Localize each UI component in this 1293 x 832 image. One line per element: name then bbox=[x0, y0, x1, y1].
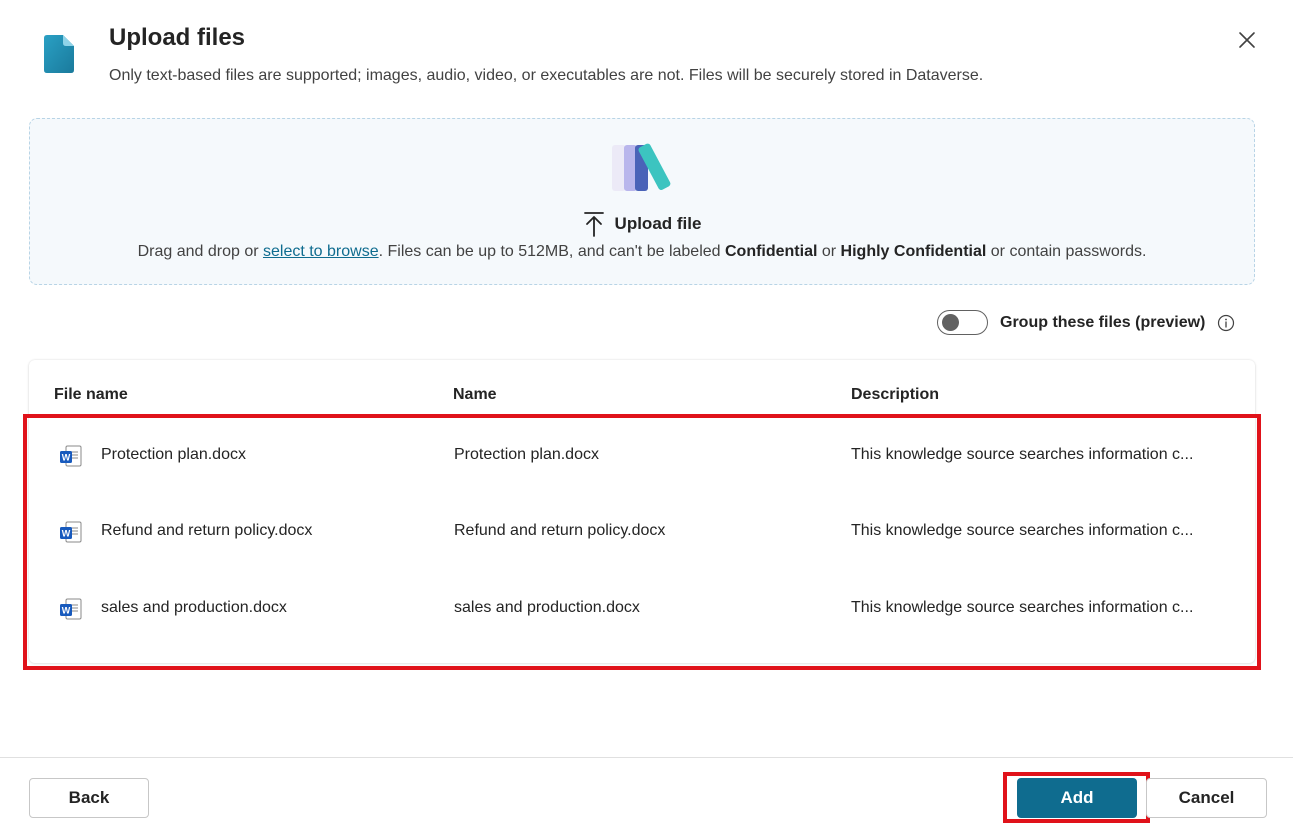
group-files-label: Group these files (preview) bbox=[1000, 313, 1206, 331]
dropzone-instructions: Drag and drop or select to browse. Files… bbox=[30, 243, 1254, 261]
dialog-subtitle: Only text-based files are supported; ima… bbox=[109, 67, 984, 84]
svg-text:W: W bbox=[62, 453, 71, 463]
close-button[interactable] bbox=[1232, 25, 1262, 55]
table-row[interactable]: W sales and production.docx sales and pr… bbox=[29, 571, 1255, 647]
name-cell[interactable]: Refund and return policy.docx bbox=[454, 522, 665, 540]
dropzone-text-prefix: Drag and drop or bbox=[137, 243, 263, 260]
close-icon bbox=[1239, 32, 1255, 48]
dropzone-text-suffix: or contain passwords. bbox=[986, 243, 1147, 260]
name-cell[interactable]: sales and production.docx bbox=[454, 599, 640, 617]
column-header-description[interactable]: Description bbox=[851, 386, 939, 404]
word-document-icon: W bbox=[59, 520, 83, 544]
dialog-title: Upload files bbox=[109, 24, 246, 51]
svg-text:W: W bbox=[62, 529, 71, 539]
word-document-icon: W bbox=[59, 597, 83, 621]
file-name-cell: sales and production.docx bbox=[101, 599, 287, 616]
document-icon bbox=[44, 35, 74, 73]
file-name-cell: Refund and return policy.docx bbox=[101, 522, 313, 539]
column-header-name[interactable]: Name bbox=[453, 386, 497, 404]
svg-text:W: W bbox=[62, 606, 71, 616]
highly-confidential-label: Highly Confidential bbox=[840, 243, 987, 260]
dropzone-text-middle: . Files can be up to 512MB, and can't be… bbox=[378, 243, 725, 260]
group-files-toggle-row: Group these files (preview) bbox=[937, 310, 1235, 335]
info-icon[interactable] bbox=[1217, 314, 1235, 332]
file-name-cell: Protection plan.docx bbox=[101, 446, 246, 463]
upload-file-label: Upload file bbox=[614, 214, 702, 233]
back-button[interactable]: Back bbox=[29, 778, 149, 818]
files-table: File name Name Description W Protection … bbox=[29, 360, 1255, 663]
table-row[interactable]: W Refund and return policy.docx Refund a… bbox=[29, 494, 1255, 570]
description-cell[interactable]: This knowledge source searches informati… bbox=[851, 599, 1193, 617]
select-to-browse-link[interactable]: select to browse bbox=[263, 243, 379, 260]
books-illustration-icon bbox=[612, 141, 678, 193]
description-cell[interactable]: This knowledge source searches informati… bbox=[851, 522, 1193, 540]
dropzone-text-or: or bbox=[817, 243, 841, 260]
toggle-knob bbox=[942, 314, 959, 331]
confidential-label: Confidential bbox=[724, 243, 818, 260]
group-files-toggle[interactable] bbox=[937, 310, 988, 335]
column-header-file-name[interactable]: File name bbox=[54, 386, 128, 404]
table-row[interactable]: W Protection plan.docx Protection plan.d… bbox=[29, 418, 1255, 494]
word-document-icon: W bbox=[59, 444, 83, 468]
cancel-button[interactable]: Cancel bbox=[1146, 778, 1267, 818]
name-cell[interactable]: Protection plan.docx bbox=[454, 446, 599, 464]
description-cell[interactable]: This knowledge source searches informati… bbox=[851, 446, 1193, 464]
file-dropzone[interactable]: Upload file Drag and drop or select to b… bbox=[29, 118, 1255, 285]
upload-arrow-icon bbox=[583, 212, 604, 237]
add-button[interactable]: Add bbox=[1017, 778, 1137, 818]
footer-divider bbox=[0, 757, 1293, 758]
